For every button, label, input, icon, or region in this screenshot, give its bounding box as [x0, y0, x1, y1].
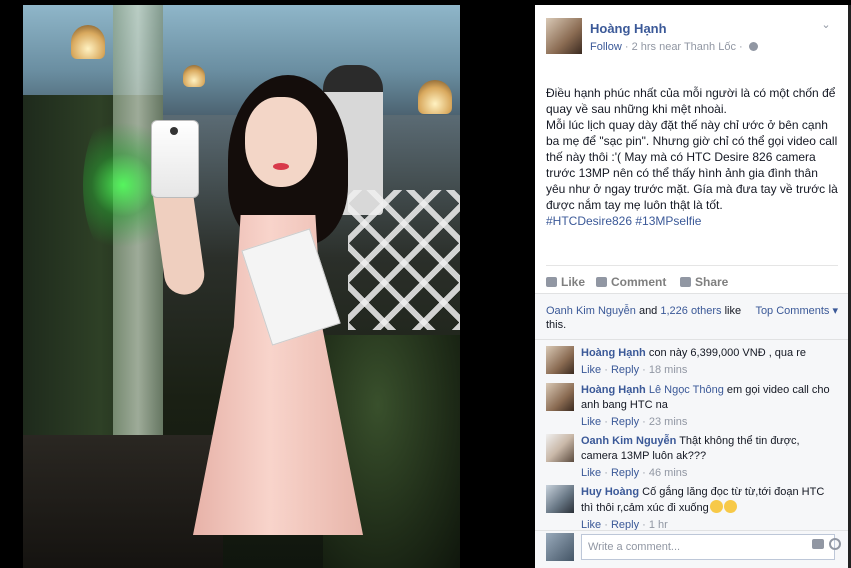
speech-bubble-icon	[596, 277, 607, 287]
post-hashtags[interactable]: #HTCDesire826 #13MPselfie	[546, 213, 838, 229]
comment-reply-link[interactable]: Reply	[611, 364, 639, 376]
post-header: Hoàng Hạnh Follow · 2 hrs near Thanh Lốc…	[535, 5, 848, 65]
globe-icon[interactable]	[748, 42, 758, 51]
viewer-avatar	[546, 533, 574, 561]
comment-footer: Like · Reply · 23 mins	[581, 416, 688, 428]
comment-body: Huy Hoàng Cố gắng lăng đọc từ từ,tới đoạ…	[581, 485, 836, 530]
like-button[interactable]: Like	[546, 275, 585, 289]
comment-button[interactable]: Comment	[596, 275, 666, 289]
liker-name[interactable]: Oanh Kim Nguyễn	[546, 305, 636, 317]
photo-ground	[23, 435, 223, 568]
phone-camera	[170, 127, 178, 135]
comment-reply-link[interactable]: Reply	[611, 467, 639, 479]
comment-time: · 18 mins	[639, 364, 688, 376]
author-avatar[interactable]	[546, 18, 582, 54]
commenter-name[interactable]: Hoàng Hạnh	[581, 347, 646, 359]
comment-footer: Like · Reply · 46 mins	[581, 467, 688, 479]
comment-like-link[interactable]: Like	[581, 519, 601, 530]
commenter-name[interactable]: Huy Hoàng	[581, 486, 639, 498]
comment-time: · 46 mins	[639, 467, 688, 479]
comment-body: Hoàng Hạnh Lê Ngọc Thông em gọi video ca…	[581, 383, 836, 430]
comment-like-link[interactable]: Like	[581, 416, 601, 428]
comment-time: · 1 hr	[639, 519, 668, 530]
comment-footer: Like · Reply · 18 mins	[581, 364, 688, 376]
comment-footer: Like · Reply · 1 hr	[581, 519, 668, 530]
comment-label: Comment	[611, 275, 667, 289]
emoji-icon	[709, 500, 723, 513]
comment-input[interactable]: Write a comment...	[581, 534, 835, 560]
photo-viewer-stage	[0, 0, 535, 568]
comment-like-link[interactable]: Like	[581, 364, 601, 376]
write-comment-area: Write a comment...	[535, 530, 848, 568]
photo-railing	[348, 190, 460, 330]
comment-reply-link[interactable]: Reply	[611, 519, 639, 530]
post-text-line: Mỗi lúc lịch quay dày đặt thế này chỉ ướ…	[546, 118, 838, 212]
post-photo[interactable]	[23, 5, 460, 568]
post-actions: Like Comment Share	[546, 265, 838, 293]
commenter-avatar[interactable]	[546, 346, 574, 374]
follow-link[interactable]: Follow	[590, 41, 622, 53]
share-button[interactable]: Share	[680, 275, 728, 289]
emoji-icon	[723, 500, 737, 513]
comment-like-link[interactable]: Like	[581, 467, 601, 479]
commenter-name[interactable]: Oanh Kim Nguyễn	[581, 435, 676, 447]
comment-time: · 23 mins	[639, 416, 688, 428]
commenter-avatar[interactable]	[546, 434, 574, 462]
likes-summary: Oanh Kim Nguyễn and 1,226 others like th…	[535, 293, 848, 340]
photo-subject-face	[245, 97, 317, 187]
photo-subject-lips	[273, 163, 289, 170]
share-arrow-icon	[680, 277, 691, 287]
post-text: Điều hạnh phúc nhất của mỗi người là có …	[546, 85, 838, 229]
likes-others-link[interactable]: 1,226 others	[660, 305, 721, 317]
comment-reply-link[interactable]: Reply	[611, 416, 639, 428]
commenter-avatar[interactable]	[546, 485, 574, 513]
photo-phone	[151, 120, 199, 198]
photo-lamp	[418, 80, 452, 114]
photo-lamp	[183, 65, 205, 87]
smiley-icon[interactable]	[829, 538, 841, 550]
chevron-down-icon[interactable]: ⌄	[820, 19, 832, 31]
post-time-location: · 2 hrs near Thanh Lốc ·	[621, 41, 746, 53]
likes-and: and	[635, 305, 661, 317]
likes-text: Oanh Kim Nguyễn and 1,226 others like th…	[546, 304, 746, 332]
post-side-panel: Hoàng Hạnh Follow · 2 hrs near Thanh Lốc…	[535, 5, 848, 568]
thumbs-up-icon	[546, 277, 557, 287]
comment-mention[interactable]: Lê Ngọc Thông	[646, 384, 724, 396]
top-comments-dropdown[interactable]: Top Comments ▾	[755, 304, 838, 317]
comment-body: Oanh Kim Nguyễn Thật không thể tin được,…	[581, 434, 836, 481]
commenter-avatar[interactable]	[546, 383, 574, 411]
post-text-line: Điều hạnh phúc nhất của mỗi người là có …	[546, 86, 836, 116]
comments-list: Hoàng Hạnh con này 6,399,000 VNĐ , qua r…	[535, 340, 848, 530]
camera-icon[interactable]	[812, 539, 824, 549]
author-name[interactable]: Hoàng Hạnh	[590, 21, 667, 36]
post-meta: Follow · 2 hrs near Thanh Lốc ·	[590, 41, 758, 53]
comment-text: con này 6,399,000 VNĐ , qua re	[645, 347, 806, 359]
share-label: Share	[695, 275, 729, 289]
commenter-name[interactable]: Hoàng Hạnh	[581, 384, 646, 396]
like-label: Like	[561, 275, 586, 289]
comment-body: Hoàng Hạnh con này 6,399,000 VNĐ , qua r…	[581, 346, 836, 378]
photo-lamp	[71, 25, 105, 59]
